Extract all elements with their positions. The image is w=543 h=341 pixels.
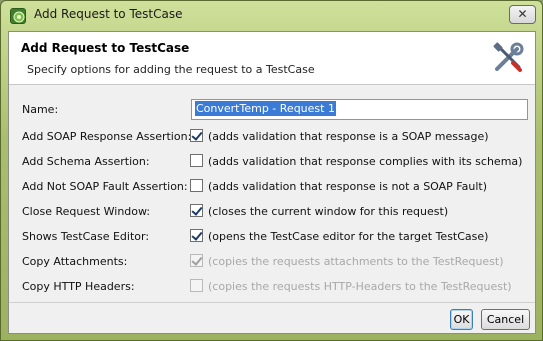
name-field[interactable]: ConvertTemp - Request 1	[191, 99, 528, 120]
close-request-window-checkbox[interactable]	[190, 204, 203, 217]
option-row-schema-assertion: Add Schema Assertion: (adds validation t…	[9, 150, 535, 174]
close-icon: ✕	[517, 7, 528, 21]
dialog-header: Add Request to TestCase Specify options …	[9, 32, 535, 85]
dialog-window: Add Request to TestCase ✕ Add Request to…	[0, 0, 543, 341]
option-description: (closes the current window for this requ…	[208, 205, 449, 218]
ok-button[interactable]: OK	[450, 309, 473, 330]
soap-response-assertion-checkbox[interactable]	[190, 129, 203, 142]
not-soap-fault-assertion-checkbox[interactable]	[190, 179, 203, 192]
option-description: (adds validation that response is a SOAP…	[208, 130, 489, 143]
option-row-close-request-window: Close Request Window: (closes the curren…	[9, 200, 535, 224]
option-row-show-testcase-editor: Shows TestCase Editor: (opens the TestCa…	[9, 225, 535, 249]
option-label: Close Request Window:	[22, 205, 151, 218]
title-bar[interactable]: Add Request to TestCase ✕	[1, 1, 542, 31]
option-label: Copy HTTP Headers:	[22, 280, 135, 293]
header-description: Specify options for adding the request t…	[27, 63, 315, 76]
option-row-copy-http-headers: Copy HTTP Headers: (copies the requests …	[9, 275, 535, 299]
option-label: Shows TestCase Editor:	[22, 230, 150, 243]
option-row-not-soap-fault-assertion: Add Not SOAP Fault Assertion: (adds vali…	[9, 175, 535, 199]
tools-icon	[493, 42, 524, 72]
copy-http-headers-checkbox	[190, 279, 203, 292]
soapui-app-icon	[10, 8, 26, 24]
name-label: Name:	[22, 103, 59, 116]
option-description: (adds validation that response complies …	[208, 155, 523, 168]
copy-attachments-checkbox	[190, 254, 203, 267]
dialog-content: Add Request to TestCase Specify options …	[8, 31, 536, 334]
window-title: Add Request to TestCase	[34, 7, 183, 21]
close-button[interactable]: ✕	[509, 5, 536, 24]
option-label: Add Not SOAP Fault Assertion:	[22, 180, 188, 193]
header-title: Add Request to TestCase	[21, 41, 190, 55]
option-label: Add SOAP Response Assertion:	[22, 130, 192, 143]
footer-divider	[9, 302, 535, 303]
name-row: Name: ConvertTemp - Request 1	[9, 98, 535, 122]
cancel-button[interactable]: Cancel	[481, 309, 530, 330]
option-row-soap-response-assertion: Add SOAP Response Assertion: (adds valid…	[9, 125, 535, 149]
name-value: ConvertTemp - Request 1	[195, 101, 336, 116]
option-description: (opens the TestCase editor for the targe…	[208, 230, 489, 243]
option-description: (copies the requests HTTP-Headers to the…	[208, 280, 512, 293]
option-row-copy-attachments: Copy Attachments: (copies the requests a…	[9, 250, 535, 274]
option-label: Add Schema Assertion:	[22, 155, 150, 168]
option-description: (copies the requests attachments to the …	[208, 255, 504, 268]
show-testcase-editor-checkbox[interactable]	[190, 229, 203, 242]
option-description: (adds validation that response is not a …	[208, 180, 487, 193]
schema-assertion-checkbox[interactable]	[190, 154, 203, 167]
option-label: Copy Attachments:	[22, 255, 128, 268]
